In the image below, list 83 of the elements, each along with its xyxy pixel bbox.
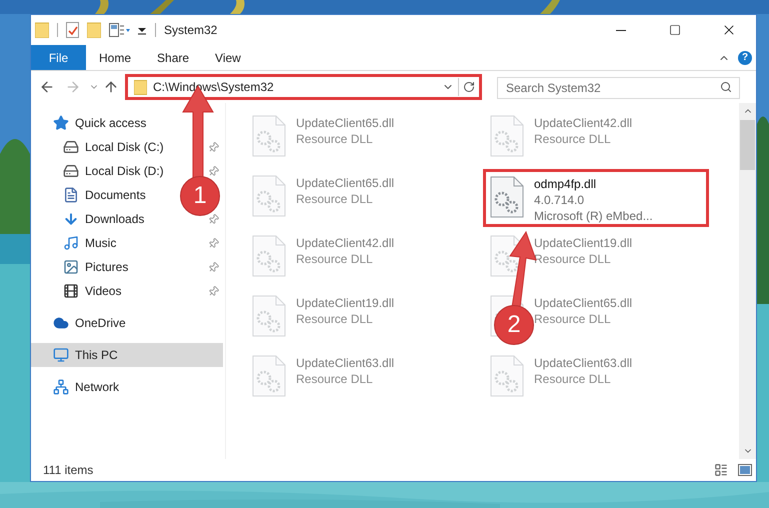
search-field[interactable]: Search System32	[497, 77, 740, 99]
file-name[interactable]: UpdateClient65.dll	[534, 295, 632, 311]
file-detail: Resource DLL	[296, 251, 374, 267]
gear-document-icon	[490, 115, 524, 157]
file-name[interactable]: UpdateClient42.dll	[296, 235, 394, 251]
scrollbar-thumb[interactable]	[740, 120, 755, 170]
address-path: C:\Windows\System32	[153, 79, 274, 96]
pin-icon[interactable]	[208, 238, 219, 248]
file-name[interactable]: UpdateClient65.dll	[296, 115, 394, 131]
scrollbar[interactable]	[739, 103, 756, 459]
star-icon	[53, 115, 69, 131]
gear-document-icon	[252, 355, 286, 397]
file-detail: 4.0.714.0	[534, 192, 586, 208]
file-tile[interactable]: odmp4fp.dll 4.0.714.0 Microsoft (R) eMbed...	[483, 169, 709, 227]
gear-document-icon	[252, 175, 286, 217]
gear-document-icon	[252, 235, 286, 277]
film-icon	[63, 283, 79, 299]
sidebar-item[interactable]: Pictures	[85, 258, 128, 276]
drive-icon	[63, 139, 79, 155]
details-view-icon[interactable]	[714, 463, 728, 477]
ribbon-tab[interactable]: Home	[86, 45, 144, 70]
checklist-icon	[66, 22, 79, 38]
maximize-icon	[669, 24, 681, 36]
address-bar[interactable]: C:\Windows\System32	[125, 74, 482, 100]
file-detail: Resource DLL	[534, 251, 612, 267]
pin-icon[interactable]	[208, 214, 219, 224]
file-detail: Resource DLL	[296, 371, 374, 387]
monitor-icon	[53, 347, 69, 363]
pin-icon[interactable]	[208, 166, 219, 176]
file-name[interactable]: UpdateClient19.dll	[534, 235, 632, 251]
sidebar-item[interactable]: Local Disk (C:)	[85, 138, 164, 156]
ribbon-tab[interactable]: Share	[144, 45, 202, 70]
document-icon	[63, 187, 79, 203]
folder-icon	[35, 22, 49, 38]
file-detail: Resource DLL	[296, 191, 374, 207]
picture-icon	[63, 259, 79, 275]
gear-document-icon	[252, 295, 286, 337]
sidebar-item[interactable]: Videos	[85, 282, 122, 300]
sidebar-item[interactable]: OneDrive	[31, 311, 223, 335]
item-count: 111 items	[43, 462, 94, 479]
refresh-icon[interactable]	[463, 81, 475, 93]
sidebar-item[interactable]: Local Disk (D:)	[85, 162, 164, 180]
pin-icon[interactable]	[208, 286, 219, 296]
drive-icon	[63, 163, 79, 179]
up-icon[interactable]	[103, 79, 119, 95]
file-name[interactable]: UpdateClient65.dll	[296, 175, 394, 191]
file-name[interactable]: UpdateClient42.dll	[534, 115, 632, 131]
gear-document-icon	[490, 176, 524, 218]
pin-icon[interactable]	[208, 262, 219, 272]
file-detail: Resource DLL	[534, 131, 612, 147]
file-detail: Resource DLL	[296, 311, 374, 327]
folder-icon	[134, 80, 147, 94]
back-icon[interactable]	[39, 79, 55, 95]
sidebar-item[interactable]: Music	[85, 234, 116, 252]
file-detail: Resource DLL	[296, 131, 374, 147]
gear-document-icon	[252, 115, 286, 157]
forward-icon[interactable]	[65, 79, 81, 95]
customize-caret-icon	[137, 25, 147, 35]
sidebar-item[interactable]: Documents	[85, 186, 146, 204]
properties-icon	[109, 23, 131, 37]
ribbon-tab[interactable]: View	[202, 45, 254, 70]
pin-icon[interactable]	[208, 142, 219, 152]
search-icon	[720, 81, 732, 93]
file-detail: Resource DLL	[534, 311, 612, 327]
file-name[interactable]: UpdateClient19.dll	[296, 295, 394, 311]
music-note-icon	[63, 235, 79, 251]
help-icon[interactable]: ?	[738, 50, 752, 64]
file-name[interactable]: UpdateClient63.dll	[296, 355, 394, 371]
file-detail: Resource DLL	[534, 371, 612, 387]
window-title: System32	[164, 22, 218, 39]
sidebar-item[interactable]: Network	[31, 375, 223, 399]
sidebar-item[interactable]: Quick access	[31, 111, 223, 135]
file-name[interactable]: odmp4fp.dll	[534, 176, 653, 192]
file-tab[interactable]: File	[31, 45, 86, 70]
sidebar-item[interactable]: This PC	[31, 343, 223, 367]
gear-document-icon	[490, 355, 524, 397]
sidebar-item[interactable]: Downloads	[85, 210, 144, 228]
large-icons-view-icon[interactable]	[738, 464, 752, 476]
network-icon	[53, 379, 69, 395]
file-detail: Microsoft (R) eMbed...	[534, 208, 653, 224]
file-name[interactable]: UpdateClient63.dll	[534, 355, 632, 371]
folder-icon	[87, 22, 101, 38]
cloud-icon	[53, 315, 69, 331]
